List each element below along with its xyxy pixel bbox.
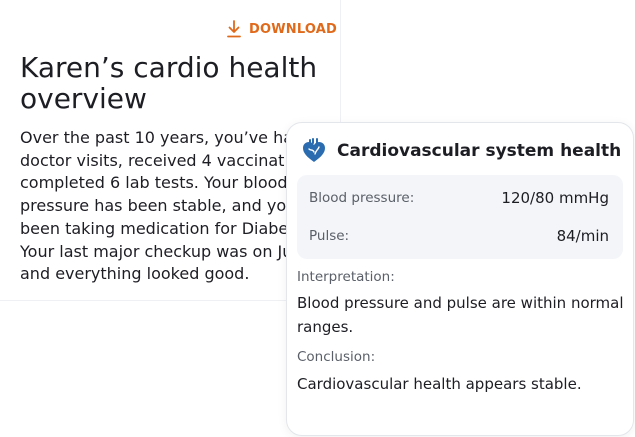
summary-line: and everything looked good. [20,264,250,284]
page-title-line: overview [20,82,147,115]
page-title: Karen’s cardio health overview [20,52,320,114]
conclusion-label: Conclusion: [297,349,376,365]
download-label: DOWNLOAD [249,21,338,37]
conclusion-text: Cardiovascular health appears stable. [297,375,582,393]
summary-line: Over the past 10 years, you’ve had 1 [20,128,292,147]
download-icon [227,20,241,38]
blood-pressure-row: Blood pressure: 120/80 mmHg [309,189,609,207]
vitals-box: Blood pressure: 120/80 mmHg Pulse: 84/mi… [297,175,623,259]
summary-line: pressure has been stable, and you’v [20,196,292,216]
summary-line: completed 6 lab tests. Your blood [20,173,288,193]
health-summary: Over the past 10 years, you’ve had 1 doc… [20,127,292,286]
summary-line: been taking medication for Diabete [20,218,292,238]
card-title: Cardiovascular system health [337,141,622,161]
page-title-line: Karen’s cardio health [20,51,318,84]
summary-line: doctor visits, received 4 vaccination [20,150,292,170]
interpretation-text: Blood pressure and pulse are within norm… [297,294,624,336]
blood-pressure-label: Blood pressure: [309,190,415,206]
blood-pressure-value: 120/80 mmHg [501,189,609,207]
interpretation-label: Interpretation: [297,269,395,285]
heart-icon [303,138,325,162]
download-button[interactable]: DOWNLOAD [226,20,337,38]
pulse-value: 84/min [556,227,609,245]
pulse-row: Pulse: 84/min [309,227,609,245]
pulse-label: Pulse: [309,228,350,244]
card-header: Cardiovascular system health [301,137,621,165]
summary-line: Your last major checkup was on Jun [20,241,292,261]
cardiovascular-health-card: Cardiovascular system health Blood press… [286,122,634,436]
